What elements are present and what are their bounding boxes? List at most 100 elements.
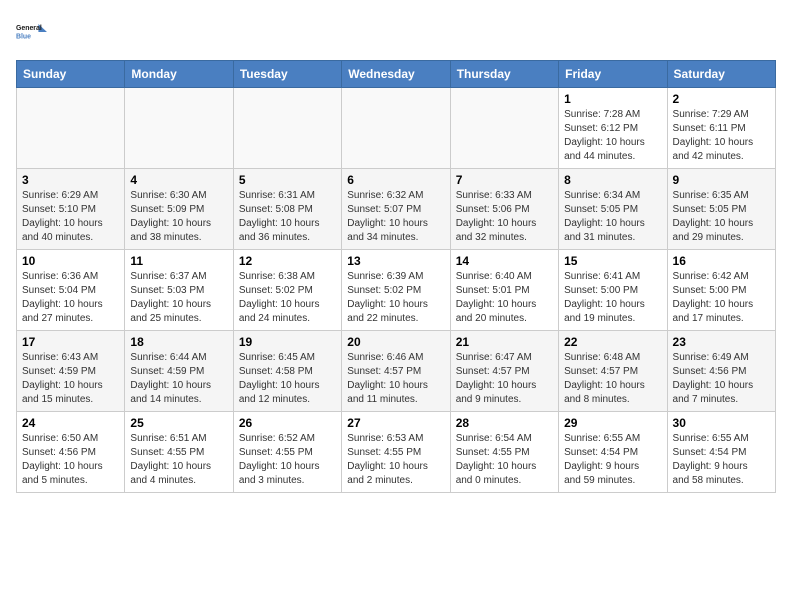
calendar-cell <box>125 88 233 169</box>
day-info: Sunrise: 6:32 AM Sunset: 5:07 PM Dayligh… <box>347 189 444 245</box>
day-number: 7 <box>456 173 553 187</box>
day-info: Sunrise: 6:35 AM Sunset: 5:05 PM Dayligh… <box>673 189 770 245</box>
day-info: Sunrise: 6:52 AM Sunset: 4:55 PM Dayligh… <box>239 432 336 488</box>
day-number: 10 <box>22 254 119 268</box>
day-number: 22 <box>564 335 661 349</box>
calendar-cell: 11Sunrise: 6:37 AM Sunset: 5:03 PM Dayli… <box>125 250 233 331</box>
day-number: 8 <box>564 173 661 187</box>
calendar-cell <box>233 88 341 169</box>
day-number: 20 <box>347 335 444 349</box>
day-number: 25 <box>130 416 227 430</box>
day-info: Sunrise: 6:41 AM Sunset: 5:00 PM Dayligh… <box>564 270 661 326</box>
svg-text:Blue: Blue <box>16 33 31 40</box>
day-info: Sunrise: 7:29 AM Sunset: 6:11 PM Dayligh… <box>673 108 770 164</box>
calendar-table: SundayMondayTuesdayWednesdayThursdayFrid… <box>16 60 776 493</box>
day-info: Sunrise: 6:47 AM Sunset: 4:57 PM Dayligh… <box>456 351 553 407</box>
weekday-header-tuesday: Tuesday <box>233 61 341 88</box>
calendar-cell: 7 Sunrise: 6:33 AM Sunset: 5:06 PM Daylig… <box>450 169 558 250</box>
weekday-header-sunday: Sunday <box>17 61 125 88</box>
day-number: 9 <box>673 173 770 187</box>
day-number: 17 <box>22 335 119 349</box>
calendar-cell: 24 Sunrise: 6:50 AM Sunset: 4:56 PM Dayli… <box>17 412 125 493</box>
day-number: 24 <box>22 416 119 430</box>
day-number: 28 <box>456 416 553 430</box>
calendar-cell: 10 Sunrise: 6:36 AM Sunset: 5:04 PM Dayli… <box>17 250 125 331</box>
weekday-header-thursday: Thursday <box>450 61 558 88</box>
day-number: 6 <box>347 173 444 187</box>
calendar-cell: 6 Sunrise: 6:32 AM Sunset: 5:07 PM Daylig… <box>342 169 450 250</box>
day-number: 4 <box>130 173 227 187</box>
calendar-cell: 27Sunrise: 6:53 AM Sunset: 4:55 PM Dayli… <box>342 412 450 493</box>
day-info: Sunrise: 6:51 AM Sunset: 4:55 PM Dayligh… <box>130 432 227 488</box>
weekday-header-monday: Monday <box>125 61 233 88</box>
calendar-cell: 3Sunrise: 6:29 AM Sunset: 5:10 PM Daylig… <box>17 169 125 250</box>
week-row-1: 1 Sunrise: 7:28 AM Sunset: 6:12 PM Daylig… <box>17 88 776 169</box>
weekday-header-wednesday: Wednesday <box>342 61 450 88</box>
calendar-cell: 1 Sunrise: 7:28 AM Sunset: 6:12 PM Daylig… <box>559 88 667 169</box>
calendar-cell: 29 Sunrise: 6:55 AM Sunset: 4:54 PM Dayli… <box>559 412 667 493</box>
day-info: Sunrise: 6:37 AM Sunset: 5:03 PM Dayligh… <box>130 270 227 326</box>
calendar-cell: 25 Sunrise: 6:51 AM Sunset: 4:55 PM Dayli… <box>125 412 233 493</box>
calendar-cell: 30Sunrise: 6:55 AM Sunset: 4:54 PM Dayli… <box>667 412 775 493</box>
day-number: 5 <box>239 173 336 187</box>
day-info: Sunrise: 6:33 AM Sunset: 5:06 PM Dayligh… <box>456 189 553 245</box>
calendar-cell: 17 Sunrise: 6:43 AM Sunset: 4:59 PM Dayli… <box>17 331 125 412</box>
calendar-cell: 8 Sunrise: 6:34 AM Sunset: 5:05 PM Daylig… <box>559 169 667 250</box>
day-info: Sunrise: 6:38 AM Sunset: 5:02 PM Dayligh… <box>239 270 336 326</box>
calendar-cell <box>342 88 450 169</box>
day-number: 2 <box>673 92 770 106</box>
calendar-cell: 2 Sunrise: 7:29 AM Sunset: 6:11 PM Daylig… <box>667 88 775 169</box>
week-row-4: 17 Sunrise: 6:43 AM Sunset: 4:59 PM Dayli… <box>17 331 776 412</box>
day-number: 19 <box>239 335 336 349</box>
svg-text:General: General <box>16 25 42 32</box>
day-info: Sunrise: 6:48 AM Sunset: 4:57 PM Dayligh… <box>564 351 661 407</box>
day-info: Sunrise: 6:29 AM Sunset: 5:10 PM Dayligh… <box>22 189 119 245</box>
day-info: Sunrise: 6:45 AM Sunset: 4:58 PM Dayligh… <box>239 351 336 407</box>
calendar-cell: 12 Sunrise: 6:38 AM Sunset: 5:02 PM Dayli… <box>233 250 341 331</box>
day-info: Sunrise: 6:49 AM Sunset: 4:56 PM Dayligh… <box>673 351 770 407</box>
day-info: Sunrise: 6:43 AM Sunset: 4:59 PM Dayligh… <box>22 351 119 407</box>
day-info: Sunrise: 6:39 AM Sunset: 5:02 PM Dayligh… <box>347 270 444 326</box>
day-info: Sunrise: 6:40 AM Sunset: 5:01 PM Dayligh… <box>456 270 553 326</box>
day-number: 13 <box>347 254 444 268</box>
week-row-5: 24 Sunrise: 6:50 AM Sunset: 4:56 PM Dayli… <box>17 412 776 493</box>
calendar-cell: 19 Sunrise: 6:45 AM Sunset: 4:58 PM Dayli… <box>233 331 341 412</box>
day-info: Sunrise: 6:36 AM Sunset: 5:04 PM Dayligh… <box>22 270 119 326</box>
calendar-cell: 18Sunrise: 6:44 AM Sunset: 4:59 PM Dayli… <box>125 331 233 412</box>
day-number: 30 <box>673 416 770 430</box>
day-number: 14 <box>456 254 553 268</box>
calendar-cell: 13 Sunrise: 6:39 AM Sunset: 5:02 PM Dayli… <box>342 250 450 331</box>
day-info: Sunrise: 6:50 AM Sunset: 4:56 PM Dayligh… <box>22 432 119 488</box>
calendar-cell: 14 Sunrise: 6:40 AM Sunset: 5:01 PM Dayli… <box>450 250 558 331</box>
calendar-cell <box>17 88 125 169</box>
calendar-cell: 28 Sunrise: 6:54 AM Sunset: 4:55 PM Dayli… <box>450 412 558 493</box>
day-info: Sunrise: 6:34 AM Sunset: 5:05 PM Dayligh… <box>564 189 661 245</box>
calendar-cell: 26 Sunrise: 6:52 AM Sunset: 4:55 PM Dayli… <box>233 412 341 493</box>
weekday-header-friday: Friday <box>559 61 667 88</box>
calendar-cell: 16Sunrise: 6:42 AM Sunset: 5:00 PM Dayli… <box>667 250 775 331</box>
calendar-cell: 5 Sunrise: 6:31 AM Sunset: 5:08 PM Daylig… <box>233 169 341 250</box>
day-number: 21 <box>456 335 553 349</box>
day-number: 29 <box>564 416 661 430</box>
weekday-header-row: SundayMondayTuesdayWednesdayThursdayFrid… <box>17 61 776 88</box>
day-info: Sunrise: 6:53 AM Sunset: 4:55 PM Dayligh… <box>347 432 444 488</box>
calendar-cell <box>450 88 558 169</box>
week-row-3: 10 Sunrise: 6:36 AM Sunset: 5:04 PM Dayli… <box>17 250 776 331</box>
day-number: 23 <box>673 335 770 349</box>
logo: GeneralBlue <box>16 16 48 48</box>
calendar-cell: 9 Sunrise: 6:35 AM Sunset: 5:05 PM Daylig… <box>667 169 775 250</box>
day-info: Sunrise: 6:44 AM Sunset: 4:59 PM Dayligh… <box>130 351 227 407</box>
weekday-header-saturday: Saturday <box>667 61 775 88</box>
day-info: Sunrise: 6:31 AM Sunset: 5:08 PM Dayligh… <box>239 189 336 245</box>
day-number: 12 <box>239 254 336 268</box>
week-row-2: 3Sunrise: 6:29 AM Sunset: 5:10 PM Daylig… <box>17 169 776 250</box>
day-info: Sunrise: 6:54 AM Sunset: 4:55 PM Dayligh… <box>456 432 553 488</box>
day-number: 1 <box>564 92 661 106</box>
day-info: Sunrise: 6:30 AM Sunset: 5:09 PM Dayligh… <box>130 189 227 245</box>
day-info: Sunrise: 7:28 AM Sunset: 6:12 PM Dayligh… <box>564 108 661 164</box>
logo-icon: GeneralBlue <box>16 16 48 48</box>
day-number: 26 <box>239 416 336 430</box>
day-info: Sunrise: 6:55 AM Sunset: 4:54 PM Dayligh… <box>564 432 661 488</box>
page-header: GeneralBlue <box>16 16 776 48</box>
day-number: 16 <box>673 254 770 268</box>
